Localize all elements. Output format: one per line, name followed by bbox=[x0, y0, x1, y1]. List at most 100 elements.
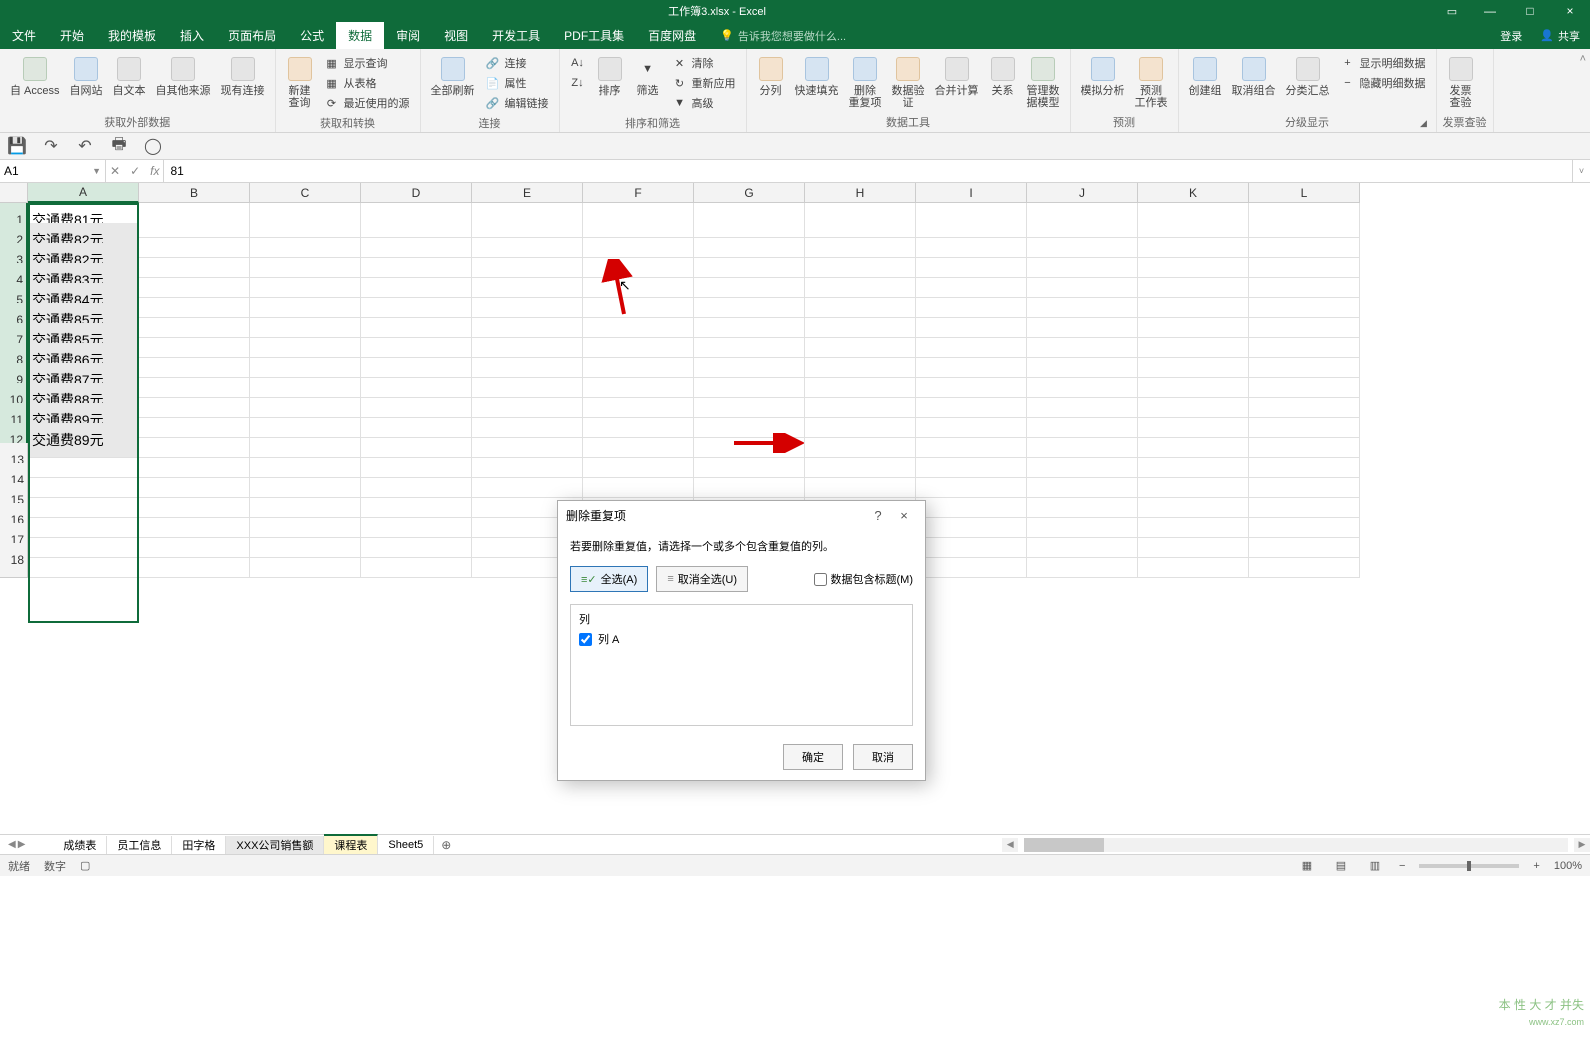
cancel-button[interactable]: 取消 bbox=[853, 744, 913, 770]
tab-nav-prev[interactable]: ◀ bbox=[8, 839, 16, 850]
manage-data-model-button[interactable]: 管理数 据模型 bbox=[1023, 53, 1064, 111]
cell-K18[interactable] bbox=[1138, 543, 1249, 578]
save-button[interactable]: 💾 bbox=[8, 137, 26, 155]
col-header-H[interactable]: H bbox=[805, 183, 916, 203]
redo-button[interactable]: ↷ bbox=[42, 137, 60, 155]
has-headers-checkbox[interactable]: 数据包含标题(M) bbox=[814, 571, 914, 587]
print-preview-button[interactable]: 🖶 bbox=[110, 137, 128, 155]
cell-C18[interactable] bbox=[250, 543, 361, 578]
cell-J18[interactable] bbox=[1027, 543, 1138, 578]
hscroll-thumb[interactable] bbox=[1024, 838, 1104, 852]
ok-button[interactable]: 确定 bbox=[783, 744, 843, 770]
flash-fill-button[interactable]: 快速填充 bbox=[791, 53, 843, 99]
sheet-tab-4[interactable]: XXX公司销售额 bbox=[226, 836, 324, 854]
tab-formulas[interactable]: 公式 bbox=[288, 22, 336, 49]
whatif-button[interactable]: 模拟分析 bbox=[1077, 53, 1129, 99]
col-header-F[interactable]: F bbox=[583, 183, 694, 203]
dialog-help-button[interactable]: ? bbox=[865, 508, 891, 523]
zoom-slider[interactable] bbox=[1419, 864, 1519, 868]
page-break-view-button[interactable]: ▥ bbox=[1365, 858, 1385, 874]
ribbon-display-icon[interactable]: ▭ bbox=[1434, 5, 1470, 18]
dialog-close-button[interactable]: × bbox=[891, 508, 917, 523]
name-box[interactable]: ▼ bbox=[0, 160, 106, 182]
recent-sources-button[interactable]: ⟳最近使用的源 bbox=[320, 93, 414, 113]
remove-duplicates-button[interactable]: 删除 重复项 bbox=[845, 53, 886, 111]
cell-D18[interactable] bbox=[361, 543, 472, 578]
col-header-K[interactable]: K bbox=[1138, 183, 1249, 203]
maximize-button[interactable]: □ bbox=[1510, 0, 1550, 22]
col-header-B[interactable]: B bbox=[139, 183, 250, 203]
cell-L18[interactable] bbox=[1249, 543, 1360, 578]
consolidate-button[interactable]: 合并计算 bbox=[931, 53, 983, 99]
expand-formula-bar-icon[interactable]: ˅ bbox=[1572, 160, 1590, 182]
col-header-C[interactable]: C bbox=[250, 183, 361, 203]
zoom-out-button[interactable]: − bbox=[1399, 860, 1405, 872]
tab-pdf[interactable]: PDF工具集 bbox=[552, 22, 636, 49]
connections-button[interactable]: 🔗连接 bbox=[481, 53, 553, 73]
text-to-columns-button[interactable]: 分列 bbox=[753, 53, 789, 99]
sheet-tab-2[interactable]: 员工信息 bbox=[107, 836, 172, 854]
tab-devtools[interactable]: 开发工具 bbox=[480, 22, 552, 49]
sheet-tab-1[interactable]: 成绩表 bbox=[53, 836, 107, 854]
tab-view[interactable]: 视图 bbox=[432, 22, 480, 49]
col-header-A[interactable]: A bbox=[28, 183, 139, 203]
from-access-button[interactable]: 自 Access bbox=[6, 53, 64, 99]
from-web-button[interactable]: 自网站 bbox=[66, 53, 107, 99]
zoom-level[interactable]: 100% bbox=[1554, 860, 1582, 872]
columns-list[interactable]: 列 列 A bbox=[570, 604, 913, 726]
tab-insert[interactable]: 插入 bbox=[168, 22, 216, 49]
page-layout-view-button[interactable]: ▤ bbox=[1331, 858, 1351, 874]
ungroup-button[interactable]: 取消组合 bbox=[1228, 53, 1280, 99]
name-box-input[interactable] bbox=[4, 164, 74, 178]
outline-dialog-launcher[interactable]: ◢ bbox=[1418, 118, 1430, 130]
advanced-filter-button[interactable]: ▼高级 bbox=[668, 93, 740, 113]
existing-connections-button[interactable]: 现有连接 bbox=[217, 53, 269, 99]
col-header-E[interactable]: E bbox=[472, 183, 583, 203]
zoom-in-button[interactable]: + bbox=[1533, 860, 1539, 872]
invoice-check-button[interactable]: 发票 查验 bbox=[1443, 53, 1479, 111]
minimize-button[interactable]: — bbox=[1470, 0, 1510, 22]
hscroll-track[interactable] bbox=[1024, 838, 1568, 852]
forecast-sheet-button[interactable]: 预测 工作表 bbox=[1131, 53, 1172, 111]
tab-data[interactable]: 数据 bbox=[336, 22, 384, 49]
new-query-button[interactable]: 新建 查询 bbox=[282, 53, 318, 111]
tab-baidu[interactable]: 百度网盘 bbox=[636, 22, 708, 49]
from-table-button[interactable]: ▦从表格 bbox=[320, 73, 414, 93]
row-header-18[interactable]: 18 bbox=[0, 543, 28, 578]
group-button[interactable]: 创建组 bbox=[1185, 53, 1226, 99]
add-sheet-button[interactable]: ⊕ bbox=[434, 838, 458, 852]
hscroll-left[interactable]: ◀ bbox=[1002, 838, 1018, 852]
tab-home[interactable]: 开始 bbox=[48, 22, 96, 49]
cell-I18[interactable] bbox=[916, 543, 1027, 578]
refresh-all-button[interactable]: 全部刷新 bbox=[427, 53, 479, 99]
col-header-J[interactable]: J bbox=[1027, 183, 1138, 203]
enter-formula-icon[interactable]: ✓ bbox=[130, 164, 140, 178]
sort-button[interactable]: 排序 bbox=[592, 53, 628, 99]
col-header-G[interactable]: G bbox=[694, 183, 805, 203]
formula-input[interactable] bbox=[170, 164, 1566, 178]
sort-desc-button[interactable]: Z↓ bbox=[566, 73, 590, 93]
hscroll-right[interactable]: ▶ bbox=[1574, 838, 1590, 852]
from-text-button[interactable]: 自文本 bbox=[109, 53, 150, 99]
share-button[interactable]: 👤共享 bbox=[1530, 22, 1590, 49]
select-all-button[interactable]: ≡✓全选(A) bbox=[570, 566, 648, 592]
cell-A18[interactable] bbox=[28, 543, 139, 578]
col-header-D[interactable]: D bbox=[361, 183, 472, 203]
relationships-button[interactable]: 关系 bbox=[985, 53, 1021, 99]
reapply-filter-button[interactable]: ↻重新应用 bbox=[668, 73, 740, 93]
fx-button[interactable]: fx bbox=[150, 164, 159, 178]
sheet-tab-5[interactable]: 课程表 bbox=[324, 834, 378, 854]
column-a-checkbox[interactable]: 列 A bbox=[579, 631, 904, 647]
tab-layout[interactable]: 页面布局 bbox=[216, 22, 288, 49]
properties-button[interactable]: 📄属性 bbox=[481, 73, 553, 93]
col-header-L[interactable]: L bbox=[1249, 183, 1360, 203]
show-detail-button[interactable]: +显示明细数据 bbox=[1336, 53, 1430, 73]
tab-review[interactable]: 审阅 bbox=[384, 22, 432, 49]
tab-file[interactable]: 文件 bbox=[0, 22, 48, 49]
tab-nav-next[interactable]: ▶ bbox=[18, 839, 26, 850]
cell-B18[interactable] bbox=[139, 543, 250, 578]
cancel-formula-icon[interactable]: ✕ bbox=[110, 164, 120, 178]
show-queries-button[interactable]: ▦显示查询 bbox=[320, 53, 414, 73]
edit-links-button[interactable]: 🔗编辑链接 bbox=[481, 93, 553, 113]
filter-button[interactable]: ▼筛选 bbox=[630, 53, 666, 99]
